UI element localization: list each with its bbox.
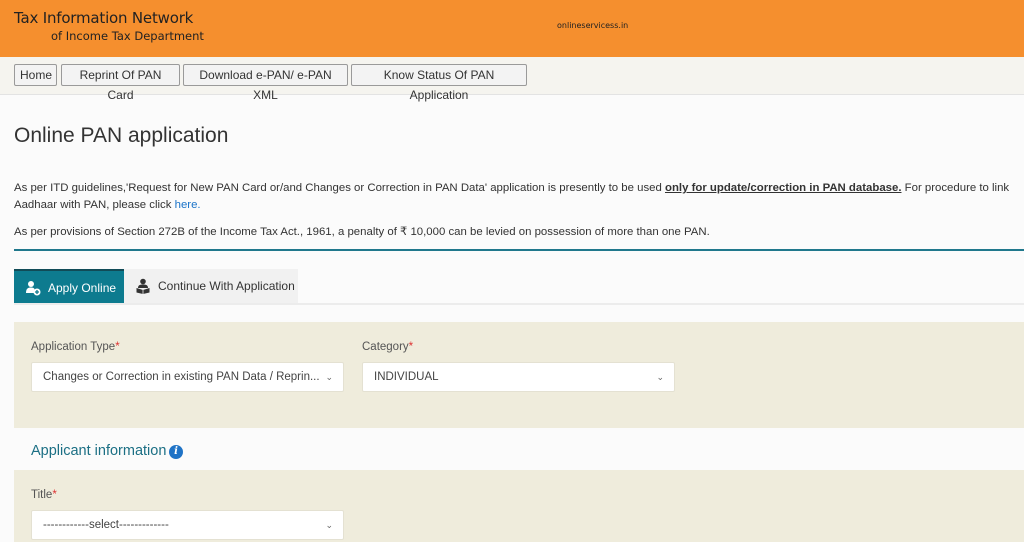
site-header: Tax Information Network of Income Tax De… xyxy=(0,0,1024,57)
chevron-down-icon: ⌄ xyxy=(325,372,333,382)
chevron-down-icon: ⌄ xyxy=(656,372,664,382)
application-type-label: Application Type* xyxy=(31,341,120,353)
tab-continue-application[interactable]: Continue With Application xyxy=(124,269,298,303)
chevron-down-icon: ⌄ xyxy=(325,520,333,530)
nav-home-button[interactable]: Home xyxy=(14,64,57,86)
tab-apply-online[interactable]: Apply Online xyxy=(14,269,124,303)
watermark-text: onlineservicess.in xyxy=(557,21,629,30)
tab-continue-application-label: Continue With Application xyxy=(158,279,295,293)
nav-know-status-button[interactable]: Know Status Of PAN Application xyxy=(351,64,527,102)
section-divider xyxy=(14,249,1024,251)
application-type-select[interactable]: Changes or Correction in existing PAN Da… xyxy=(31,362,344,392)
notice-emphasis: only for update/correction in PAN databa… xyxy=(664,182,902,194)
nav-reprint-pan-button[interactable]: Reprint Of PAN Card xyxy=(61,64,180,102)
notice-line2: Aadhaar with PAN, please click xyxy=(14,199,175,211)
brand-title: Tax Information Network xyxy=(14,9,194,27)
page-title: Online PAN application xyxy=(14,124,229,147)
notice-text: As per ITD guidelines,'Request for New P… xyxy=(14,182,665,194)
info-icon[interactable]: i xyxy=(169,445,183,459)
penalty-notice: As per provisions of Section 272B of the… xyxy=(14,226,710,238)
category-select[interactable]: INDIVIDUAL ⌄ xyxy=(362,362,675,392)
title-select[interactable]: ------------select------------- ⌄ xyxy=(31,510,344,540)
tab-apply-online-label: Apply Online xyxy=(48,281,117,295)
category-label: Category* xyxy=(362,341,414,353)
tabs-underline xyxy=(14,303,1024,305)
notice-text-cont: For procedure to link xyxy=(901,182,1010,194)
applicant-information-heading: Applicant information xyxy=(31,443,167,459)
aadhaar-link-here[interactable]: here. xyxy=(175,199,201,211)
nav-download-epan-button[interactable]: Download e-PAN/ e-PAN XML xyxy=(183,64,348,102)
category-value: INDIVIDUAL xyxy=(374,371,439,383)
application-type-value: Changes or Correction in existing PAN Da… xyxy=(43,371,320,383)
top-nav: Home Reprint Of PAN Card Download e-PAN/… xyxy=(0,57,1024,102)
title-value: ------------select------------- xyxy=(43,519,169,531)
user-add-icon xyxy=(26,281,41,296)
itd-guidelines-notice: As per ITD guidelines,'Request for New P… xyxy=(14,180,1019,214)
title-label: Title* xyxy=(31,489,57,501)
brand-subtitle: of Income Tax Department xyxy=(51,29,204,43)
user-reading-icon xyxy=(136,278,150,294)
